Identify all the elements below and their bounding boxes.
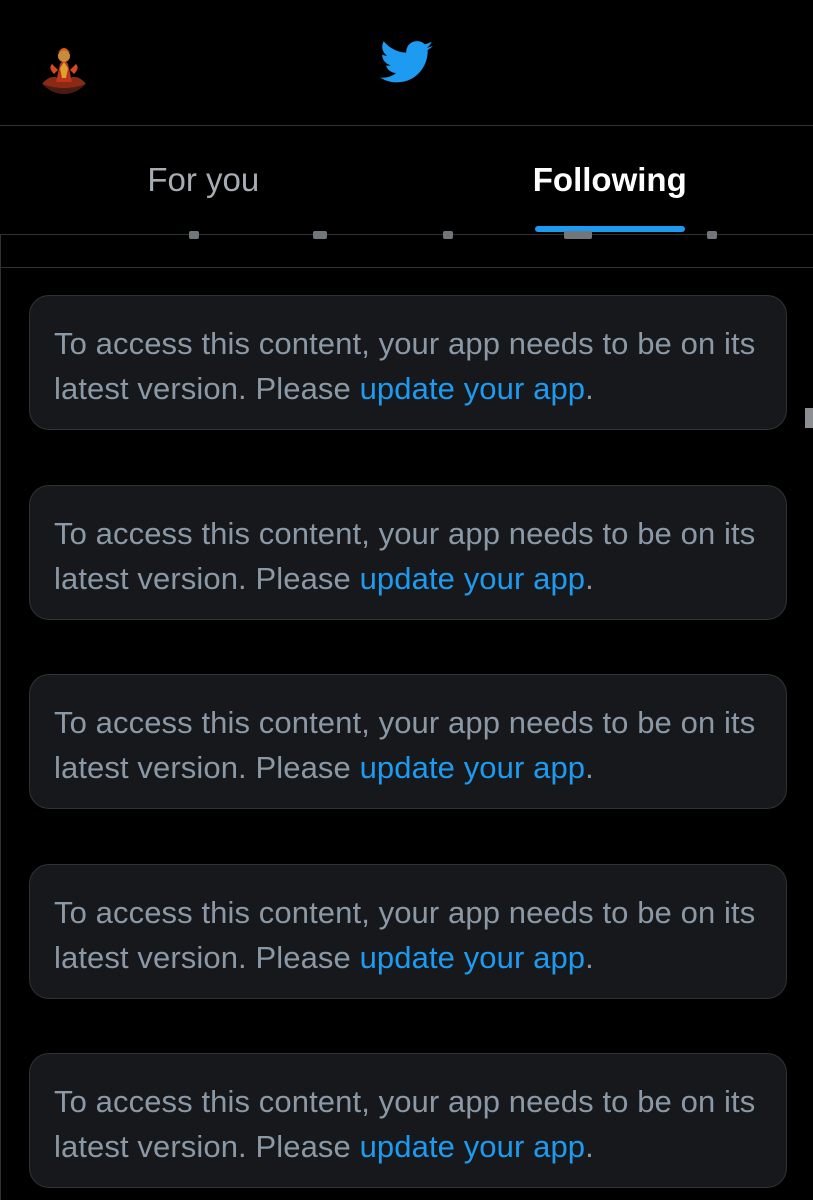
notice-period: .: [585, 371, 594, 406]
top-app-bar: [0, 0, 813, 126]
update-app-link[interactable]: update your app: [360, 1129, 586, 1164]
tab-following-label: Following: [532, 160, 687, 198]
notice-period: .: [585, 1129, 594, 1164]
tab-for-you[interactable]: For you: [0, 127, 407, 234]
peek-fragment: [707, 231, 717, 239]
update-required-notice: To access this content, your app needs t…: [29, 674, 787, 809]
scrollbar-thumb[interactable]: [805, 408, 813, 428]
avatar-figure-icon: [36, 38, 92, 94]
tab-following[interactable]: Following: [407, 127, 813, 234]
timeline-tabs: For you Following: [0, 127, 813, 235]
tab-for-you-label: For you: [147, 160, 260, 198]
update-required-notice: To access this content, your app needs t…: [29, 864, 787, 999]
update-app-link[interactable]: update your app: [360, 940, 586, 975]
update-app-link[interactable]: update your app: [360, 561, 586, 596]
twitter-bird-icon[interactable]: [380, 40, 434, 86]
peek-fragment: [313, 231, 327, 239]
twitter-bird-glyph: [380, 41, 434, 83]
update-required-notice: To access this content, your app needs t…: [29, 1053, 787, 1188]
update-required-notice: To access this content, your app needs t…: [29, 295, 787, 430]
profile-avatar[interactable]: [36, 38, 92, 94]
peek-fragment: [564, 231, 592, 239]
update-app-link[interactable]: update your app: [360, 750, 586, 785]
active-tab-indicator: [534, 226, 685, 232]
update-required-notice: To access this content, your app needs t…: [29, 485, 787, 620]
peek-fragment: [443, 231, 453, 239]
scrolled-content-edge: [0, 231, 813, 268]
peek-fragment: [189, 231, 199, 239]
notice-period: .: [585, 750, 594, 785]
timeline-feed: To access this content, your app needs t…: [0, 268, 813, 1200]
update-app-link[interactable]: update your app: [360, 371, 586, 406]
notice-period: .: [585, 561, 594, 596]
notice-period: .: [585, 940, 594, 975]
